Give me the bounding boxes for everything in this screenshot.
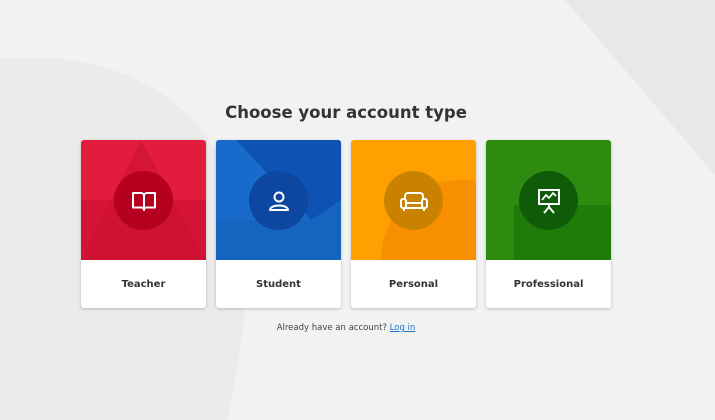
personal-icon-circle [384, 171, 443, 230]
login-prompt-text: Already have an account? [276, 323, 387, 333]
book-icon [131, 191, 156, 211]
presentation-icon [537, 188, 560, 214]
teacher-card-banner [81, 140, 206, 260]
couch-icon [399, 191, 428, 211]
personal-card-banner [351, 140, 476, 260]
professional-card[interactable]: Professional [486, 140, 611, 308]
login-link[interactable]: Log in [390, 323, 416, 333]
teacher-card-label: Teacher [121, 278, 166, 290]
user-icon [268, 191, 289, 211]
student-card-label: Student [256, 278, 301, 290]
page-title: Choose your account type [225, 103, 467, 122]
teacher-icon-circle [114, 171, 173, 230]
student-card[interactable]: Student [216, 140, 341, 308]
student-icon-circle [249, 171, 308, 230]
professional-icon-circle [519, 171, 578, 230]
account-type-list: Teacher Student Personal Professional [81, 140, 611, 308]
teacher-card[interactable]: Teacher [81, 140, 206, 308]
personal-card-label: Personal [388, 278, 439, 290]
personal-card[interactable]: Personal [351, 140, 476, 308]
student-card-banner [216, 140, 341, 260]
login-prompt-row: Already have an account? Log in [0, 323, 692, 333]
professional-card-banner [486, 140, 611, 260]
professional-card-label: Professional [513, 278, 584, 290]
